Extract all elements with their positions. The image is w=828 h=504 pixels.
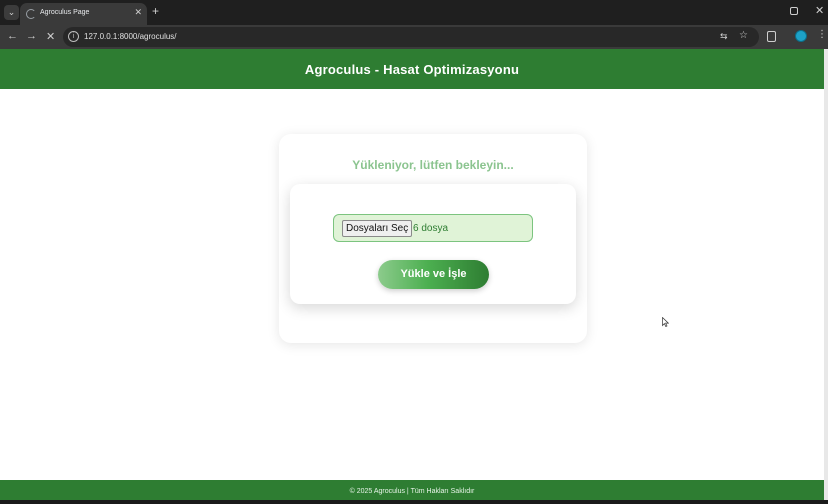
browser-tab[interactable]: Agroculus Page ✕ xyxy=(20,3,147,25)
stop-icon[interactable]: ✕ xyxy=(46,30,55,43)
tab-title: Agroculus Page xyxy=(40,9,90,16)
menu-dots-icon[interactable]: ⋮ xyxy=(817,29,827,40)
page-viewport: Agroculus - Hasat Optimizasyonu Yükleniy… xyxy=(0,49,824,500)
tab-strip: ⌄ Agroculus Page ✕ + ✕ xyxy=(0,0,828,25)
window-close-icon[interactable]: ✕ xyxy=(815,4,824,17)
loading-message: Yükleniyor, lütfen bekleyin... xyxy=(352,158,514,172)
browser-toolbar: ← → ✕ i 127.0.0.1:8000/agroculus/ ⇆ ☆ ⋮ xyxy=(0,25,828,49)
restore-icon[interactable] xyxy=(790,7,798,15)
file-input[interactable]: Dosyaları Seç 6 dosya xyxy=(333,214,533,242)
site-info-icon[interactable]: i xyxy=(68,31,79,42)
url-text[interactable]: 127.0.0.1:8000/agroculus/ xyxy=(84,32,177,41)
upload-container: Yükleniyor, lütfen bekleyin... Dosyaları… xyxy=(279,134,587,343)
translate-icon[interactable]: ⇆ xyxy=(720,31,728,42)
forward-icon[interactable]: → xyxy=(26,30,37,42)
back-icon[interactable]: ← xyxy=(7,30,18,42)
close-tab-icon[interactable]: ✕ xyxy=(134,7,142,18)
window-bottom-edge xyxy=(0,500,828,504)
profile-avatar[interactable] xyxy=(795,30,807,42)
bookmark-star-icon[interactable]: ☆ xyxy=(739,30,748,41)
scrollbar[interactable] xyxy=(824,49,828,500)
tab-search-icon[interactable]: ⌄ xyxy=(4,5,19,20)
page-footer: © 2025 Agroculus | Tüm Hakları Saklıdır xyxy=(0,480,824,500)
choose-files-button[interactable]: Dosyaları Seç xyxy=(342,220,413,237)
upload-form: Dosyaları Seç 6 dosya Yükle ve İşle xyxy=(290,184,576,304)
new-tab-button[interactable]: + xyxy=(152,4,159,18)
upload-process-button[interactable]: Yükle ve İşle xyxy=(378,260,489,289)
file-count-label: 6 dosya xyxy=(413,223,449,234)
extensions-icon[interactable] xyxy=(767,31,776,42)
address-bar[interactable]: i 127.0.0.1:8000/agroculus/ ⇆ ☆ xyxy=(63,27,759,47)
page-title: Agroculus - Hasat Optimizasyonu xyxy=(0,49,824,89)
mouse-cursor-icon xyxy=(662,317,669,327)
loading-spinner-icon xyxy=(26,9,36,19)
